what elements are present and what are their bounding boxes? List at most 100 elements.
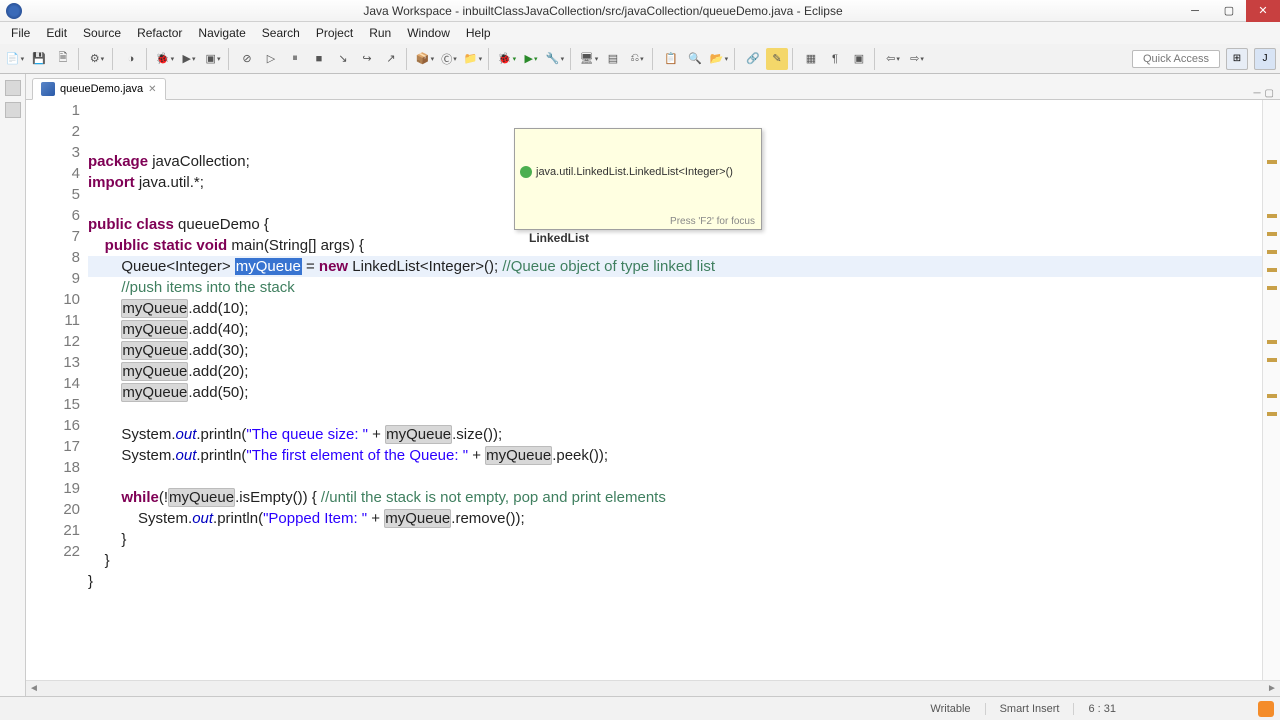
step-into-button[interactable]: ↘ [332, 48, 354, 70]
working-set-button[interactable]: 📂 [708, 48, 730, 70]
step-return-button[interactable]: ↗ [380, 48, 402, 70]
menu-refactor[interactable]: Refactor [129, 24, 190, 42]
open-task-button[interactable]: 📋 [660, 48, 682, 70]
restore-view-button[interactable] [5, 80, 21, 96]
ext-tools-button[interactable]: 🔧 [544, 48, 566, 70]
menu-edit[interactable]: Edit [38, 24, 75, 42]
feed-icon[interactable] [1258, 701, 1274, 717]
menu-run[interactable]: Run [361, 24, 399, 42]
code-line[interactable]: myQueue.add(10); [88, 298, 1262, 319]
build-button[interactable]: ⚙ [86, 48, 108, 70]
ruler-mark[interactable] [1267, 412, 1277, 416]
task-search-button[interactable]: 🔍 [684, 48, 706, 70]
perspective-java-button[interactable]: J [1254, 48, 1276, 70]
code-line[interactable]: myQueue.add(40); [88, 319, 1262, 340]
code-line[interactable]: while(!myQueue.isEmpty()) { //until the … [88, 487, 1262, 508]
quick-access[interactable]: Quick Access [1132, 50, 1220, 68]
coverage-button[interactable]: ▣ [202, 48, 224, 70]
maximize-button[interactable]: ▢ [1212, 0, 1246, 22]
resume-button[interactable]: ▷ [260, 48, 282, 70]
code-line[interactable]: System.out.println("The first element of… [88, 445, 1262, 466]
editor-tab-strip: queueDemo.java ✕ ─ ▢ [26, 74, 1280, 100]
mark-occurrences-button[interactable]: ▣ [848, 48, 870, 70]
left-trim-bar [0, 74, 26, 696]
toggle-block-button[interactable]: ▦ [800, 48, 822, 70]
scroll-left-icon[interactable]: ◄ [26, 683, 42, 694]
git-button[interactable]: ⎌ [626, 48, 648, 70]
tab-label: queueDemo.java [60, 83, 143, 95]
scroll-right-icon[interactable]: ► [1264, 683, 1280, 694]
menu-navigate[interactable]: Navigate [190, 24, 253, 42]
overview-ruler[interactable] [1262, 100, 1280, 680]
menu-file[interactable]: File [3, 24, 38, 42]
eclipse-icon [6, 3, 22, 19]
javadoc-hover-tooltip[interactable]: java.util.LinkedList.LinkedList<Integer>… [514, 128, 762, 230]
ruler-mark[interactable] [1267, 268, 1277, 272]
menu-project[interactable]: Project [308, 24, 361, 42]
ruler-mark[interactable] [1267, 160, 1277, 164]
tab-close-icon[interactable]: ✕ [148, 84, 156, 95]
code-line[interactable] [88, 592, 1262, 613]
package-explorer-icon[interactable] [5, 102, 21, 118]
forward-button[interactable]: ⇨ [906, 48, 928, 70]
code-line[interactable]: myQueue.add(50); [88, 382, 1262, 403]
new-package-button[interactable]: 📁 [462, 48, 484, 70]
save-all-button[interactable]: 🗎 [52, 48, 74, 70]
minimize-editor-button[interactable]: ─ [1253, 88, 1260, 99]
code-line[interactable]: } [88, 571, 1262, 592]
menu-search[interactable]: Search [254, 24, 308, 42]
code-line[interactable]: myQueue.add(30); [88, 340, 1262, 361]
terminate-button[interactable]: ■ [308, 48, 330, 70]
perspective-open-button[interactable]: ⊞ [1226, 48, 1248, 70]
line-number-gutter: 12345678910111213141516171819202122 [44, 100, 88, 680]
save-button[interactable]: 💾 [28, 48, 50, 70]
menu-window[interactable]: Window [399, 24, 458, 42]
skip-breakpoints-button[interactable]: ⊘ [236, 48, 258, 70]
title-bar: Java Workspace - inbuiltClassJavaCollect… [0, 0, 1280, 22]
debug-button[interactable]: 🐞 [496, 48, 518, 70]
code-text-area[interactable]: package javaCollection;import java.util.… [88, 100, 1262, 680]
toggle-breadcrumb-button[interactable]: ▤ [602, 48, 624, 70]
run-as-button[interactable]: ▶ [178, 48, 200, 70]
editor-tab-active[interactable]: queueDemo.java ✕ [32, 78, 166, 100]
code-line[interactable]: System.out.println("Popped Item: " + myQ… [88, 508, 1262, 529]
ruler-mark[interactable] [1267, 286, 1277, 290]
ruler-mark[interactable] [1267, 394, 1277, 398]
window-title: Java Workspace - inbuiltClassJavaCollect… [28, 4, 1178, 18]
code-line[interactable] [88, 466, 1262, 487]
menu-source[interactable]: Source [75, 24, 129, 42]
close-button[interactable]: ✕ [1246, 0, 1280, 22]
ruler-mark[interactable] [1267, 214, 1277, 218]
step-over-button[interactable]: ↪ [356, 48, 378, 70]
run-button[interactable]: ▶ [520, 48, 542, 70]
minimize-button[interactable]: ─ [1178, 0, 1212, 22]
menu-help[interactable]: Help [458, 24, 499, 42]
code-line[interactable]: myQueue.add(20); [88, 361, 1262, 382]
debug-as-button[interactable]: 🐞 [154, 48, 176, 70]
highlight-button[interactable]: ✎ [766, 48, 788, 70]
suspend-button[interactable]: ⏸ [284, 48, 306, 70]
back-button[interactable]: ⇦ [882, 48, 904, 70]
ruler-mark[interactable] [1267, 232, 1277, 236]
maximize-editor-button[interactable]: ▢ [1265, 88, 1274, 99]
workbench: queueDemo.java ✕ ─ ▢ 1234567891011121314… [0, 74, 1280, 696]
ruler-mark[interactable] [1267, 358, 1277, 362]
new-button[interactable]: 📄 [4, 48, 26, 70]
open-type-button[interactable]: ◑ [120, 48, 142, 70]
main-toolbar: 📄 💾 🗎 ⚙ ◑ 🐞 ▶ ▣ ⊘ ▷ ⏸ ■ ↘ ↪ ↗ 📦 Ⓒ 📁 🐞 ▶ … [0, 44, 1280, 74]
ruler-mark[interactable] [1267, 340, 1277, 344]
new-server-button[interactable]: 🖥 [578, 48, 600, 70]
code-line[interactable]: } [88, 529, 1262, 550]
new-class-button[interactable]: Ⓒ [438, 48, 460, 70]
new-java-button[interactable]: 📦 [414, 48, 436, 70]
ruler-mark[interactable] [1267, 250, 1277, 254]
status-writable: Writable [916, 703, 984, 715]
editor-body[interactable]: 12345678910111213141516171819202122 pack… [26, 100, 1280, 680]
hover-footer: Press 'F2' for focus [670, 216, 755, 227]
code-line[interactable]: } [88, 550, 1262, 571]
show-whitespace-button[interactable]: ¶ [824, 48, 846, 70]
code-line[interactable] [88, 403, 1262, 424]
horizontal-scrollbar[interactable]: ◄ ► [26, 680, 1280, 696]
link-editor-button[interactable]: 🔗 [742, 48, 764, 70]
code-line[interactable]: System.out.println("The queue size: " + … [88, 424, 1262, 445]
